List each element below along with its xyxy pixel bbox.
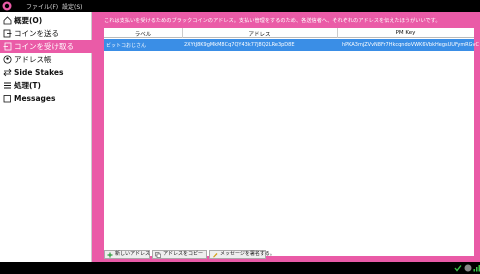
sidebar-item-send[interactable]: コインを送る: [0, 27, 92, 40]
add-icon: [107, 252, 113, 258]
row-pm-key: hPKA3mjZVvN8Fr7HkcqndoVWK6VbkHegsUUFymRG…: [342, 42, 479, 48]
sign-message-button[interactable]: メッセージを署名する。: [209, 250, 275, 259]
sidebar-item-transactions[interactable]: 処理(T): [0, 79, 92, 92]
sign-icon: [213, 253, 218, 258]
new-address-button[interactable]: 新しいアドレス: [104, 250, 150, 259]
sidebar-item-label: アドレス帳: [14, 55, 52, 64]
messages-icon: [3, 95, 11, 103]
receive-coins-panel: これは支払いを受けるためのブラックコインのアドレス。支払い管理をするのため、各送…: [92, 12, 480, 262]
sign-message-label: メッセージを署名する。: [220, 251, 275, 257]
sidebar-item-label: Messages: [14, 94, 56, 103]
transactions-icon: [4, 82, 11, 89]
address-book-icon: [3, 55, 12, 64]
side-stakes-icon: [3, 68, 12, 77]
staking-icon: [464, 264, 472, 272]
sidebar-item-label: 概要(O): [14, 16, 43, 25]
sidebar: 概要(O) コインを送る コインを受け取る アドレス帳 Side Stakes …: [0, 12, 92, 262]
copy-address-button[interactable]: アドレスをコピー: [152, 250, 207, 259]
row-label: ビットコおじさん: [106, 43, 147, 49]
column-header-label[interactable]: ラベル: [104, 30, 182, 38]
app-logo-icon: [2, 1, 12, 11]
column-header-pm-key[interactable]: PM Key: [337, 30, 474, 36]
sidebar-item-label: 処理(T): [14, 81, 41, 90]
sidebar-item-label: Side Stakes: [14, 68, 64, 77]
sidebar-item-address-book[interactable]: アドレス帳: [0, 53, 92, 66]
status-bar: [0, 262, 480, 274]
copy-icon: [155, 252, 161, 258]
table-row[interactable]: ビットコおじさん 2XYtJ8K9gMkM8Cq7QY43k77J8Q2LRe3…: [104, 39, 479, 51]
row-address: 2XYtJ8K9gMkM8Cq7QY43k77J8Q2LRe3pD8E: [184, 42, 295, 48]
table-header: ラベル アドレス PM Key: [104, 28, 474, 38]
menu-bar: ファイル(F) 設定(S): [0, 0, 480, 12]
column-header-address[interactable]: アドレス: [182, 30, 337, 38]
sidebar-item-label: コインを送る: [14, 29, 59, 38]
copy-address-label: アドレスをコピー: [163, 251, 204, 257]
sidebar-item-overview[interactable]: 概要(O): [0, 14, 92, 27]
sidebar-item-receive[interactable]: コインを受け取る: [0, 40, 92, 53]
menu-file[interactable]: ファイル(F): [26, 2, 58, 11]
sidebar-item-messages[interactable]: Messages: [0, 92, 92, 105]
new-address-label: 新しいアドレス: [115, 251, 151, 257]
receive-icon: [3, 42, 12, 51]
menu-settings[interactable]: 設定(S): [62, 2, 83, 11]
address-table[interactable]: ラベル アドレス PM Key ビットコおじさん 2XYtJ8K9gMkM8Cq…: [104, 28, 479, 256]
sidebar-item-label: コインを受け取る: [14, 42, 74, 51]
checkmark-icon: [454, 265, 462, 272]
sidebar-item-side-stakes[interactable]: Side Stakes: [0, 66, 92, 79]
send-icon: [3, 29, 12, 38]
connections-icon: [473, 265, 480, 272]
receive-description: これは支払いを受けるためのブラックコインのアドレス。支払い管理をするのため、各送…: [104, 18, 441, 24]
home-icon: [3, 16, 12, 25]
